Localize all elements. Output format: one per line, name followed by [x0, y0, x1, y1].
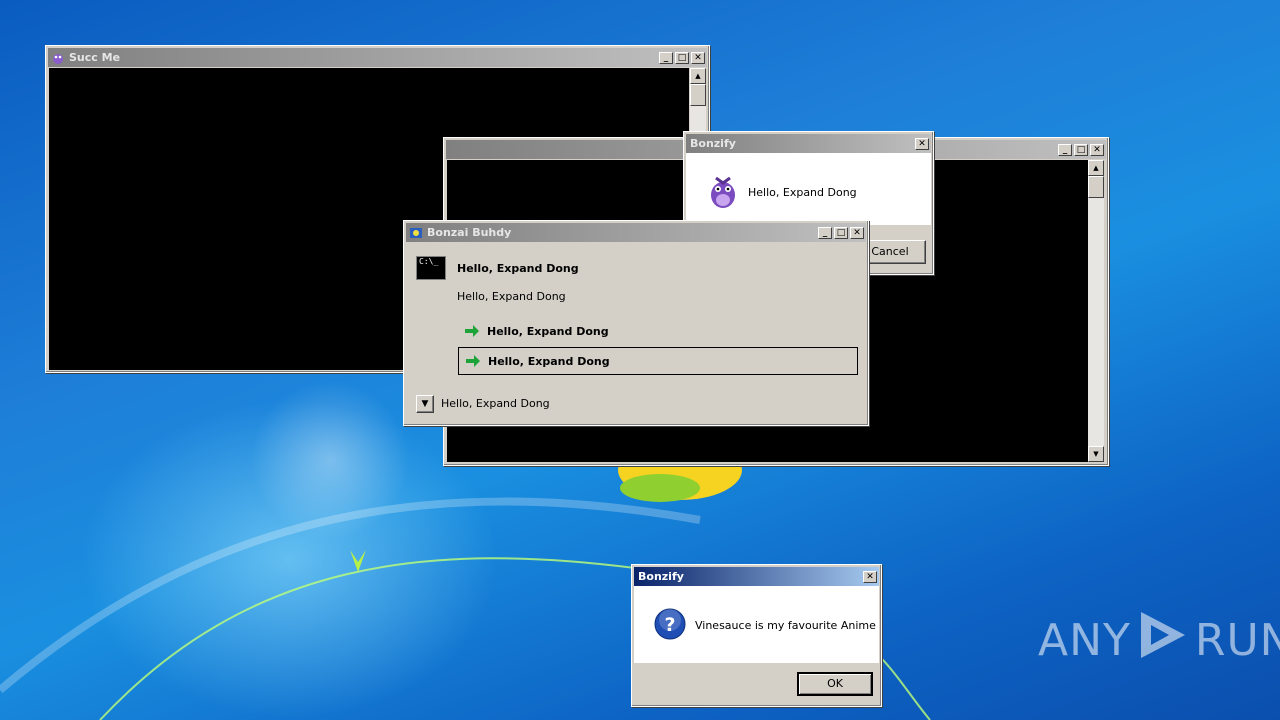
- green-arrow-icon: [464, 324, 480, 338]
- window-title: Bonzify: [690, 137, 736, 150]
- message-area: ? Vinesauce is my favourite Anime: [634, 586, 879, 663]
- ok-button[interactable]: OK: [797, 672, 873, 696]
- vertical-scrollbar[interactable]: ▲ ▼: [1088, 160, 1104, 462]
- question-icon: ?: [654, 608, 686, 643]
- close-button[interactable]: ✕: [863, 570, 877, 583]
- maximize-button[interactable]: □: [834, 226, 848, 239]
- expander-label: Hello, Expand Dong: [441, 397, 550, 410]
- desktop: Succ Me _ □ ✕ ▲ _ □ ✕ ▲ ▼ Bonzify ✕ Hell…: [0, 0, 1280, 720]
- watermark-text-right: RUN: [1194, 615, 1280, 666]
- bonzai-buhdy-titlebar[interactable]: Bonzai Buhdy _ □ ✕: [406, 223, 866, 242]
- window-title: Bonzai Buhdy: [427, 226, 512, 239]
- close-button[interactable]: ✕: [850, 226, 864, 239]
- bonzify-bottom-titlebar[interactable]: Bonzify ✕: [634, 567, 879, 586]
- minimize-button[interactable]: _: [659, 51, 673, 64]
- bonzify-top-titlebar[interactable]: Bonzify ✕: [686, 134, 931, 153]
- maximize-button[interactable]: □: [675, 51, 689, 64]
- minimize-button[interactable]: _: [1058, 143, 1072, 156]
- cmd-prompt-icon: C:\_: [416, 256, 446, 280]
- scroll-thumb[interactable]: [1088, 176, 1104, 198]
- close-button[interactable]: ✕: [915, 137, 929, 150]
- scroll-up-button[interactable]: ▲: [690, 68, 706, 84]
- message-area: Hello, Expand Dong: [686, 153, 931, 225]
- dialog-message: Vinesauce is my favourite Anime: [695, 619, 876, 632]
- app-icon: [409, 226, 423, 240]
- dialog-message: Hello, Expand Dong: [748, 186, 857, 199]
- expand-details-button[interactable]: ▼: [416, 395, 434, 413]
- maximize-button[interactable]: □: [1074, 143, 1088, 156]
- window-title: Bonzify: [638, 570, 684, 583]
- main-instruction: Hello, Expand Dong: [457, 262, 579, 275]
- scroll-down-button[interactable]: ▼: [1088, 446, 1104, 462]
- bonzai-buhdy-dialog[interactable]: Bonzai Buhdy _ □ ✕ C:\_ Hello, Expand Do…: [403, 220, 869, 426]
- bonzi-app-icon: [51, 51, 65, 65]
- command-link-label: Hello, Expand Dong: [487, 324, 609, 338]
- close-button[interactable]: ✕: [1090, 143, 1104, 156]
- green-arrow-icon: [465, 354, 481, 368]
- bonzify-dialog-bottom[interactable]: Bonzify ✕ ? Vinesauce is my favourite An…: [631, 564, 882, 707]
- succ-me-titlebar[interactable]: Succ Me _ □ ✕: [48, 48, 707, 67]
- window-title: Succ Me: [69, 51, 121, 64]
- command-link-1[interactable]: Hello, Expand Dong: [458, 318, 858, 344]
- scroll-thumb[interactable]: [690, 84, 706, 106]
- svg-text:?: ?: [664, 614, 675, 636]
- command-link-label: Hello, Expand Dong: [488, 354, 610, 368]
- watermark-text-left: ANY: [1038, 615, 1131, 666]
- play-logo-icon: [1135, 608, 1191, 673]
- content-text: Hello, Expand Dong: [457, 290, 566, 303]
- bonzi-avatar-icon: [708, 175, 738, 212]
- cmd-icon-text: C:\_: [419, 257, 439, 266]
- close-button[interactable]: ✕: [691, 51, 705, 64]
- command-link-2[interactable]: Hello, Expand Dong: [458, 347, 858, 375]
- scroll-up-button[interactable]: ▲: [1088, 160, 1104, 176]
- anyrun-watermark: ANY RUN: [1038, 608, 1280, 673]
- minimize-button[interactable]: _: [818, 226, 832, 239]
